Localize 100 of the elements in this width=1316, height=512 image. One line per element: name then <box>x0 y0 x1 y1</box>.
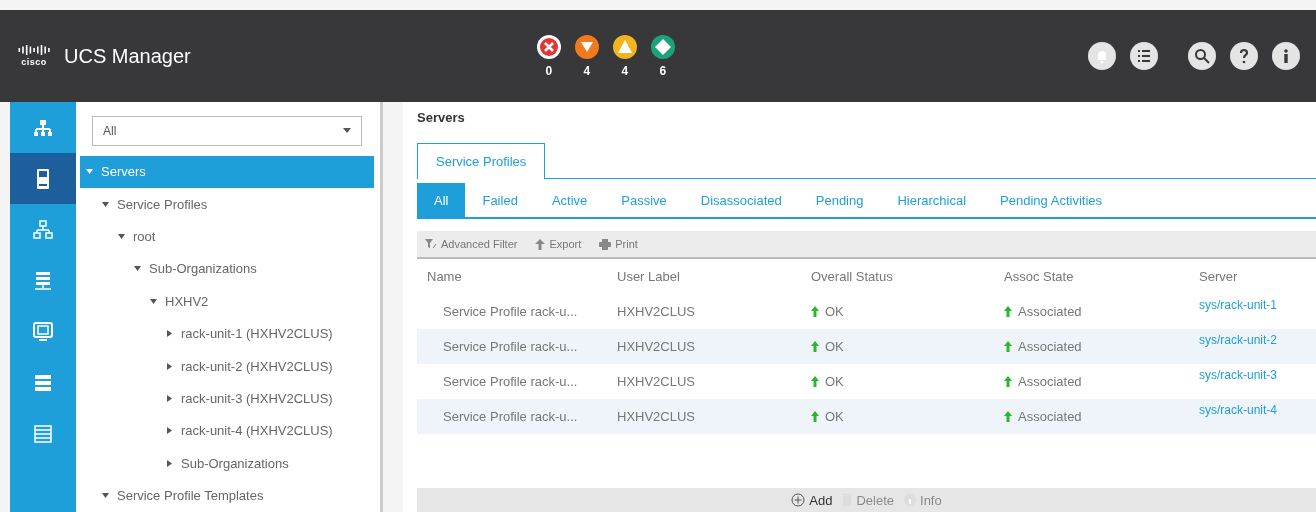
table-cell-text: Service Profile rack-u... <box>442 374 579 389</box>
arrow-up-icon <box>1004 306 1012 317</box>
table-cell-text: HXHV2CLUS <box>616 409 697 424</box>
caret-down-icon[interactable] <box>150 297 157 305</box>
table-cell-text: Service Profile rack-u... <box>442 304 579 319</box>
arrow-up-icon <box>811 306 819 317</box>
tree-item[interactable]: rack-unit-3 (HXHV2CLUS) <box>80 382 374 415</box>
tree-item[interactable]: Servers <box>80 155 374 188</box>
server-icon <box>36 167 50 190</box>
tree-item[interactable]: Sub-Organizations <box>80 252 374 286</box>
tree-item[interactable]: Service Profiles <box>80 187 374 221</box>
nav-button[interactable] <box>10 153 76 204</box>
error-icon[interactable] <box>535 34 562 60</box>
status-text: OK <box>825 304 844 319</box>
filter-dropdown[interactable]: All <box>92 116 362 146</box>
add-icon <box>791 493 806 507</box>
toolbar-button[interactable]: Advanced Filter <box>425 238 518 250</box>
network-icon <box>33 219 53 240</box>
filter-tab[interactable]: Passive <box>604 183 684 217</box>
filter-tab[interactable]: Active <box>534 183 605 217</box>
column-header: Overall Status <box>810 269 894 284</box>
arrow-up-icon <box>1004 376 1012 387</box>
tree-item[interactable]: rack-unit-1 (HXHV2CLUS) <box>80 317 374 350</box>
alert-count: 6 <box>659 64 667 78</box>
arrow-up-icon <box>1004 341 1012 352</box>
filter-tab[interactable]: Pending Activities <box>983 183 1119 217</box>
notifications-button[interactable] <box>1088 42 1116 70</box>
warning-icon[interactable] <box>611 34 638 60</box>
server-link[interactable]: sys/rack-unit-1 <box>1189 298 1316 312</box>
status-text: Associated <box>1018 339 1082 354</box>
server-link[interactable]: sys/rack-unit-4 <box>1189 403 1316 417</box>
alert-count: 0 <box>545 64 553 78</box>
search-button[interactable] <box>1188 42 1216 70</box>
alert-count: 4 <box>583 64 591 78</box>
status-text: Associated <box>1018 374 1082 389</box>
table-cell-text: HXHV2CLUS <box>616 304 697 319</box>
arrow-up-icon <box>535 238 546 250</box>
status-text: OK <box>825 339 844 354</box>
table-row[interactable]: Service Profile rack-u... HXHV2CLUS OK Associated sys/rack-unit-4 <box>417 399 1316 434</box>
storage-icon <box>34 270 52 291</box>
info-button[interactable] <box>1272 42 1300 70</box>
arrow-up-icon <box>1004 411 1012 422</box>
filter-icon <box>425 239 437 249</box>
server-link[interactable]: sys/rack-unit-3 <box>1189 368 1316 382</box>
warning-icon[interactable] <box>573 34 600 60</box>
tree-item[interactable]: root <box>80 220 374 253</box>
table-cell-text: HXHV2CLUS <box>616 374 697 389</box>
monitor-icon <box>33 321 53 342</box>
table-cell-text: Service Profile rack-u... <box>442 339 579 354</box>
column-header: Server <box>1198 269 1239 284</box>
server-link[interactable]: sys/rack-unit-2 <box>1189 333 1316 347</box>
toolbar-button[interactable]: Export <box>535 238 582 250</box>
toolbar-button[interactable]: Print <box>599 238 638 250</box>
caret-down-icon[interactable] <box>118 233 125 240</box>
caret-down-icon[interactable] <box>102 492 109 500</box>
tree-item[interactable]: HXHV2 <box>80 285 374 318</box>
tree-item[interactable]: Sub-Organizations <box>80 447 374 480</box>
table-cell-text: Service Profile rack-u... <box>442 409 579 424</box>
filter-tab[interactable]: Failed <box>465 183 535 217</box>
logo-text: cisco <box>21 57 47 67</box>
app-title: UCS Manager <box>64 44 191 68</box>
info-icon[interactable] <box>649 34 676 60</box>
status-text: OK <box>825 409 844 424</box>
arrow-up-icon <box>811 411 819 422</box>
status-text: Associated <box>1018 409 1082 424</box>
status-text: OK <box>825 374 844 389</box>
tree-item[interactable]: Service Profile Templates <box>80 479 374 512</box>
list-icon <box>1136 48 1152 64</box>
status-text: Associated <box>1018 304 1082 319</box>
tasks-button[interactable] <box>1130 42 1158 70</box>
caret-right-icon[interactable] <box>166 395 173 403</box>
column-header: Name <box>426 269 463 284</box>
info-icon <box>904 494 916 506</box>
alert-count: 4 <box>621 64 629 78</box>
search-icon <box>1194 48 1210 64</box>
filter-tab[interactable]: All <box>417 183 466 217</box>
caret-right-icon[interactable] <box>166 330 173 338</box>
caret-down-icon[interactable] <box>102 200 109 208</box>
list-icon <box>34 424 52 443</box>
arrow-up-icon <box>811 376 819 387</box>
page-title: Servers <box>417 110 465 125</box>
filter-tab[interactable]: Disassociated <box>683 183 799 217</box>
caret-down-icon <box>343 128 351 134</box>
filter-tab[interactable]: Pending <box>798 183 881 217</box>
tab[interactable]: Service Profiles <box>417 143 546 179</box>
hierarchy-icon <box>33 118 53 137</box>
column-header: Assoc State <box>1003 269 1075 284</box>
caret-right-icon[interactable] <box>166 459 173 467</box>
column-header: User Label <box>616 269 681 284</box>
help-button[interactable] <box>1230 42 1258 70</box>
arrow-up-icon <box>811 341 819 352</box>
table-row[interactable]: Service Profile rack-u... HXHV2CLUS OK Associated sys/rack-unit-2 <box>417 329 1316 364</box>
tree-item[interactable]: rack-unit-2 (HXHV2CLUS) <box>80 349 374 383</box>
filter-tab[interactable]: Hierarchical <box>880 183 984 217</box>
caret-right-icon[interactable] <box>166 362 173 370</box>
logo-icon <box>18 45 50 55</box>
tree-item[interactable]: rack-unit-4 (HXHV2CLUS) <box>80 414 374 448</box>
caret-right-icon[interactable] <box>166 427 173 435</box>
footer-button[interactable]: Add <box>791 492 833 508</box>
caret-down-icon[interactable] <box>134 265 141 273</box>
